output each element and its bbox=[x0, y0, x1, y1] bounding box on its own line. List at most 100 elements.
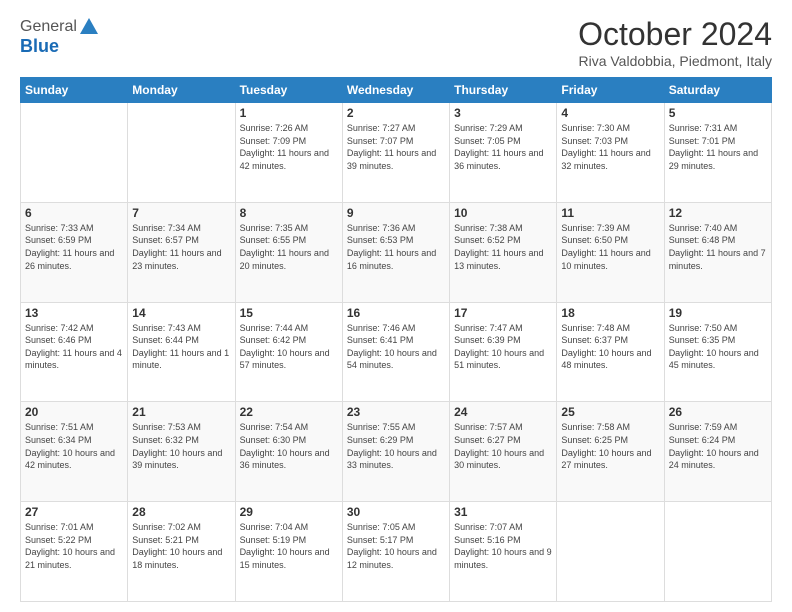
table-row: 2 Sunrise: 7:27 AMSunset: 7:07 PMDayligh… bbox=[342, 103, 449, 203]
day-detail: Sunrise: 7:04 AMSunset: 5:19 PMDaylight:… bbox=[240, 522, 330, 570]
table-row: 21 Sunrise: 7:53 AMSunset: 6:32 PMDaylig… bbox=[128, 402, 235, 502]
day-detail: Sunrise: 7:30 AMSunset: 7:03 PMDaylight:… bbox=[561, 123, 650, 171]
day-number: 26 bbox=[669, 405, 767, 419]
day-number: 3 bbox=[454, 106, 552, 120]
table-row bbox=[664, 502, 771, 602]
day-number: 16 bbox=[347, 306, 445, 320]
header-wednesday: Wednesday bbox=[342, 78, 449, 103]
table-row: 10 Sunrise: 7:38 AMSunset: 6:52 PMDaylig… bbox=[450, 202, 557, 302]
day-number: 23 bbox=[347, 405, 445, 419]
day-number: 27 bbox=[25, 505, 123, 519]
day-detail: Sunrise: 7:54 AMSunset: 6:30 PMDaylight:… bbox=[240, 422, 330, 470]
day-number: 14 bbox=[132, 306, 230, 320]
table-row: 14 Sunrise: 7:43 AMSunset: 6:44 PMDaylig… bbox=[128, 302, 235, 402]
day-number: 10 bbox=[454, 206, 552, 220]
logo-blue-text: Blue bbox=[20, 36, 100, 57]
day-number: 13 bbox=[25, 306, 123, 320]
day-detail: Sunrise: 7:53 AMSunset: 6:32 PMDaylight:… bbox=[132, 422, 222, 470]
day-number: 1 bbox=[240, 106, 338, 120]
day-detail: Sunrise: 7:44 AMSunset: 6:42 PMDaylight:… bbox=[240, 323, 330, 371]
day-number: 31 bbox=[454, 505, 552, 519]
day-number: 20 bbox=[25, 405, 123, 419]
day-number: 11 bbox=[561, 206, 659, 220]
table-row: 19 Sunrise: 7:50 AMSunset: 6:35 PMDaylig… bbox=[664, 302, 771, 402]
table-row: 27 Sunrise: 7:01 AMSunset: 5:22 PMDaylig… bbox=[21, 502, 128, 602]
location: Riva Valdobbia, Piedmont, Italy bbox=[578, 53, 772, 69]
table-row: 11 Sunrise: 7:39 AMSunset: 6:50 PMDaylig… bbox=[557, 202, 664, 302]
day-detail: Sunrise: 7:31 AMSunset: 7:01 PMDaylight:… bbox=[669, 123, 758, 171]
day-number: 2 bbox=[347, 106, 445, 120]
table-row: 17 Sunrise: 7:47 AMSunset: 6:39 PMDaylig… bbox=[450, 302, 557, 402]
header: General Blue October 2024 Riva Valdobbia… bbox=[20, 16, 772, 69]
table-row: 24 Sunrise: 7:57 AMSunset: 6:27 PMDaylig… bbox=[450, 402, 557, 502]
table-row: 15 Sunrise: 7:44 AMSunset: 6:42 PMDaylig… bbox=[235, 302, 342, 402]
table-row: 23 Sunrise: 7:55 AMSunset: 6:29 PMDaylig… bbox=[342, 402, 449, 502]
day-detail: Sunrise: 7:02 AMSunset: 5:21 PMDaylight:… bbox=[132, 522, 222, 570]
day-number: 29 bbox=[240, 505, 338, 519]
day-number: 21 bbox=[132, 405, 230, 419]
calendar-table: Sunday Monday Tuesday Wednesday Thursday… bbox=[20, 77, 772, 602]
day-detail: Sunrise: 7:07 AMSunset: 5:16 PMDaylight:… bbox=[454, 522, 552, 570]
table-row: 12 Sunrise: 7:40 AMSunset: 6:48 PMDaylig… bbox=[664, 202, 771, 302]
day-detail: Sunrise: 7:34 AMSunset: 6:57 PMDaylight:… bbox=[132, 223, 221, 271]
day-number: 15 bbox=[240, 306, 338, 320]
header-tuesday: Tuesday bbox=[235, 78, 342, 103]
day-detail: Sunrise: 7:48 AMSunset: 6:37 PMDaylight:… bbox=[561, 323, 651, 371]
day-number: 4 bbox=[561, 106, 659, 120]
page: General Blue October 2024 Riva Valdobbia… bbox=[0, 0, 792, 612]
day-number: 17 bbox=[454, 306, 552, 320]
day-number: 19 bbox=[669, 306, 767, 320]
header-thursday: Thursday bbox=[450, 78, 557, 103]
table-row: 26 Sunrise: 7:59 AMSunset: 6:24 PMDaylig… bbox=[664, 402, 771, 502]
table-row: 6 Sunrise: 7:33 AMSunset: 6:59 PMDayligh… bbox=[21, 202, 128, 302]
table-row: 7 Sunrise: 7:34 AMSunset: 6:57 PMDayligh… bbox=[128, 202, 235, 302]
calendar-week-row: 20 Sunrise: 7:51 AMSunset: 6:34 PMDaylig… bbox=[21, 402, 772, 502]
day-number: 12 bbox=[669, 206, 767, 220]
day-detail: Sunrise: 7:59 AMSunset: 6:24 PMDaylight:… bbox=[669, 422, 759, 470]
table-row: 9 Sunrise: 7:36 AMSunset: 6:53 PMDayligh… bbox=[342, 202, 449, 302]
day-number: 28 bbox=[132, 505, 230, 519]
day-detail: Sunrise: 7:46 AMSunset: 6:41 PMDaylight:… bbox=[347, 323, 437, 371]
calendar-week-row: 6 Sunrise: 7:33 AMSunset: 6:59 PMDayligh… bbox=[21, 202, 772, 302]
table-row: 18 Sunrise: 7:48 AMSunset: 6:37 PMDaylig… bbox=[557, 302, 664, 402]
day-number: 6 bbox=[25, 206, 123, 220]
day-detail: Sunrise: 7:29 AMSunset: 7:05 PMDaylight:… bbox=[454, 123, 543, 171]
table-row: 3 Sunrise: 7:29 AMSunset: 7:05 PMDayligh… bbox=[450, 103, 557, 203]
table-row: 4 Sunrise: 7:30 AMSunset: 7:03 PMDayligh… bbox=[557, 103, 664, 203]
table-row: 30 Sunrise: 7:05 AMSunset: 5:17 PMDaylig… bbox=[342, 502, 449, 602]
day-detail: Sunrise: 7:51 AMSunset: 6:34 PMDaylight:… bbox=[25, 422, 115, 470]
title-block: October 2024 Riva Valdobbia, Piedmont, I… bbox=[578, 16, 772, 69]
day-detail: Sunrise: 7:26 AMSunset: 7:09 PMDaylight:… bbox=[240, 123, 329, 171]
day-detail: Sunrise: 7:47 AMSunset: 6:39 PMDaylight:… bbox=[454, 323, 544, 371]
day-detail: Sunrise: 7:01 AMSunset: 5:22 PMDaylight:… bbox=[25, 522, 115, 570]
calendar-week-row: 27 Sunrise: 7:01 AMSunset: 5:22 PMDaylig… bbox=[21, 502, 772, 602]
month-title: October 2024 bbox=[578, 16, 772, 53]
day-detail: Sunrise: 7:33 AMSunset: 6:59 PMDaylight:… bbox=[25, 223, 114, 271]
day-detail: Sunrise: 7:43 AMSunset: 6:44 PMDaylight:… bbox=[132, 323, 229, 371]
table-row: 8 Sunrise: 7:35 AMSunset: 6:55 PMDayligh… bbox=[235, 202, 342, 302]
day-detail: Sunrise: 7:35 AMSunset: 6:55 PMDaylight:… bbox=[240, 223, 329, 271]
table-row: 31 Sunrise: 7:07 AMSunset: 5:16 PMDaylig… bbox=[450, 502, 557, 602]
table-row: 25 Sunrise: 7:58 AMSunset: 6:25 PMDaylig… bbox=[557, 402, 664, 502]
logo: General Blue bbox=[20, 16, 100, 57]
header-monday: Monday bbox=[128, 78, 235, 103]
table-row bbox=[21, 103, 128, 203]
day-detail: Sunrise: 7:27 AMSunset: 7:07 PMDaylight:… bbox=[347, 123, 436, 171]
table-row: 5 Sunrise: 7:31 AMSunset: 7:01 PMDayligh… bbox=[664, 103, 771, 203]
day-number: 8 bbox=[240, 206, 338, 220]
day-number: 24 bbox=[454, 405, 552, 419]
table-row bbox=[128, 103, 235, 203]
day-number: 7 bbox=[132, 206, 230, 220]
day-number: 9 bbox=[347, 206, 445, 220]
header-friday: Friday bbox=[557, 78, 664, 103]
table-row: 13 Sunrise: 7:42 AMSunset: 6:46 PMDaylig… bbox=[21, 302, 128, 402]
day-detail: Sunrise: 7:50 AMSunset: 6:35 PMDaylight:… bbox=[669, 323, 759, 371]
day-detail: Sunrise: 7:39 AMSunset: 6:50 PMDaylight:… bbox=[561, 223, 650, 271]
day-detail: Sunrise: 7:42 AMSunset: 6:46 PMDaylight:… bbox=[25, 323, 122, 371]
table-row: 16 Sunrise: 7:46 AMSunset: 6:41 PMDaylig… bbox=[342, 302, 449, 402]
logo-general-text: General bbox=[20, 18, 77, 36]
day-detail: Sunrise: 7:57 AMSunset: 6:27 PMDaylight:… bbox=[454, 422, 544, 470]
day-number: 18 bbox=[561, 306, 659, 320]
day-detail: Sunrise: 7:40 AMSunset: 6:48 PMDaylight:… bbox=[669, 223, 766, 271]
day-detail: Sunrise: 7:55 AMSunset: 6:29 PMDaylight:… bbox=[347, 422, 437, 470]
